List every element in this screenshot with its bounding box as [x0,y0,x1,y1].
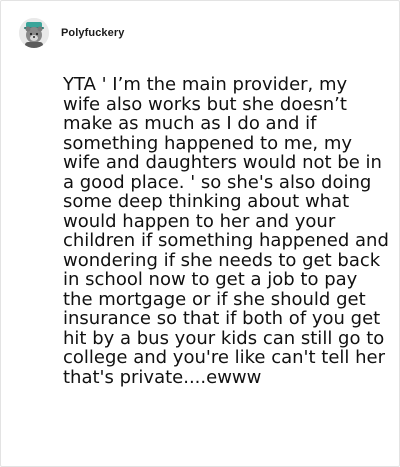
post-card: Polyfuckery YTA ' I’m the main provider,… [0,0,400,467]
post-body-text: YTA ' I’m the main provider, my wife als… [63,74,389,388]
post-header: Polyfuckery [19,17,124,49]
bear-avatar-icon[interactable] [19,18,49,48]
avatar-image [19,18,49,48]
username[interactable]: Polyfuckery [61,27,124,39]
